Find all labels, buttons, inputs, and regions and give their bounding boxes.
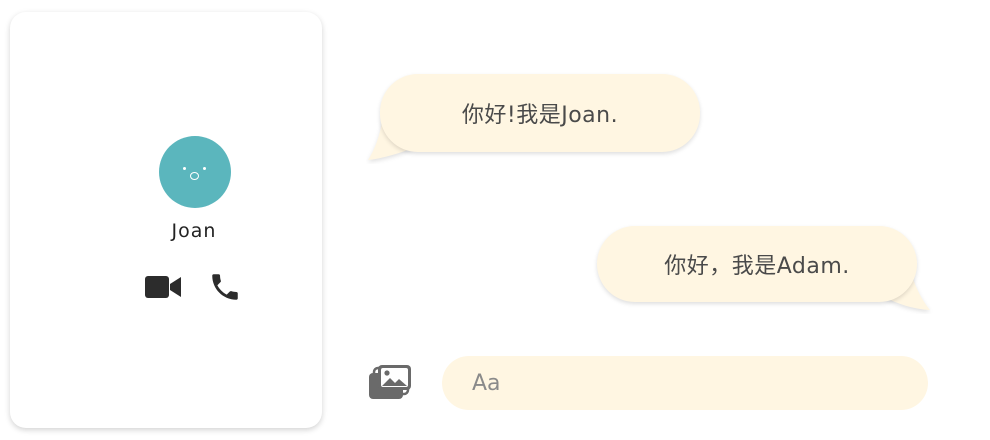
message-outgoing-text: 你好，我是Adam. xyxy=(664,254,850,279)
contact-name: Joan xyxy=(171,220,217,242)
video-camera-icon[interactable] xyxy=(144,273,182,301)
message-incoming: 你好!我是Joan. xyxy=(380,74,700,152)
avatar-eye-right xyxy=(203,167,206,170)
image-gallery-icon[interactable] xyxy=(368,364,412,400)
avatar-mouth xyxy=(190,172,199,180)
avatar[interactable] xyxy=(159,136,231,208)
phone-icon[interactable] xyxy=(208,270,242,304)
message-input[interactable] xyxy=(442,356,928,410)
chat-screen: Joan 你好!我是Joan. 你好，我是Adam. xyxy=(0,0,990,440)
avatar-eye-left xyxy=(183,167,186,170)
message-outgoing: 你好，我是Adam. xyxy=(597,226,917,302)
contact-card: Joan xyxy=(10,12,322,428)
message-incoming-text: 你好!我是Joan. xyxy=(461,103,619,128)
call-actions xyxy=(144,270,244,304)
